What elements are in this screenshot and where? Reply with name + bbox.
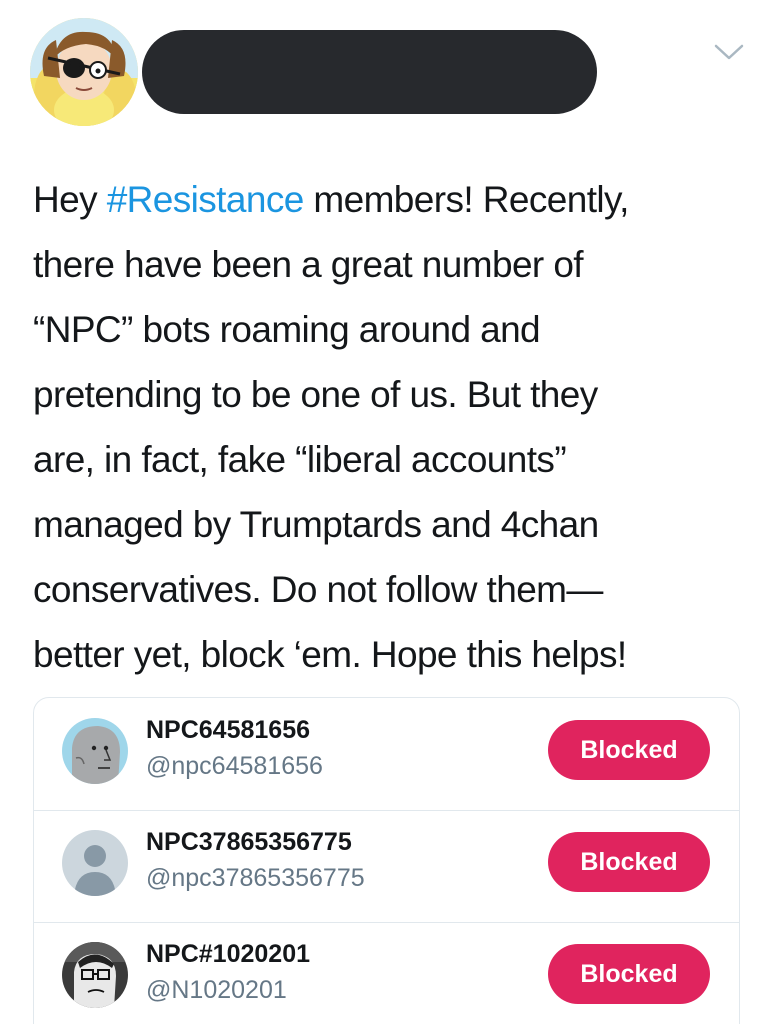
blocked-user-name: NPC#1020201 bbox=[146, 940, 311, 968]
tweet-line: managed by Trumptards and 4chan bbox=[33, 504, 599, 545]
blocked-user-name: NPC37865356775 bbox=[146, 828, 352, 856]
tweet-line: Hey #Resistance members! Recently, bbox=[33, 167, 745, 232]
blocked-accounts-card: NPC64581656 @npc64581656 Blocked NPC3786… bbox=[33, 697, 740, 1024]
blocked-button[interactable]: Blocked bbox=[548, 832, 710, 892]
blocked-user-name: NPC64581656 bbox=[146, 716, 311, 744]
tweet-line: pretending to be one of us. But they bbox=[33, 374, 598, 415]
tweet-line: conservatives. Do not follow them— bbox=[33, 569, 603, 610]
default-profile-avatar-icon[interactable] bbox=[62, 830, 128, 896]
blocked-user-row[interactable]: NPC#1020201 @N1020201 Blocked bbox=[34, 922, 739, 1024]
tweet-body: Hey #Resistance members! Recently, there… bbox=[33, 167, 745, 687]
blocked-user-handle: @npc64581656 bbox=[146, 752, 323, 780]
blocked-user-handle: @N1020201 bbox=[146, 976, 287, 1004]
blocked-user-handle: @npc37865356775 bbox=[146, 864, 365, 892]
redacted-author-name bbox=[142, 30, 597, 114]
hashtag-link[interactable]: #Resistance bbox=[107, 179, 305, 220]
tweet-text-segment: members! Recently, bbox=[303, 179, 629, 220]
tweet-line: better yet, block ‘em. Hope this helps! bbox=[33, 634, 627, 675]
blocked-button[interactable]: Blocked bbox=[548, 720, 710, 780]
npc-wojak-avatar-icon[interactable] bbox=[62, 718, 128, 784]
tweet-line: are, in fact, fake “liberal accounts” bbox=[33, 439, 567, 480]
tweet-text-segment: Hey bbox=[33, 179, 107, 220]
chevron-down-icon[interactable] bbox=[712, 38, 746, 66]
tweet-screenshot: Hey #Resistance members! Recently, there… bbox=[0, 0, 770, 1024]
tweet-line: there have been a great number of bbox=[33, 244, 584, 285]
blocked-user-row[interactable]: NPC37865356775 @npc37865356775 Blocked bbox=[34, 810, 739, 923]
blocked-button[interactable]: Blocked bbox=[548, 944, 710, 1004]
npc-glasses-avatar-icon[interactable] bbox=[62, 942, 128, 1008]
author-avatar[interactable] bbox=[30, 18, 138, 126]
cartoon-character-icon bbox=[30, 18, 138, 126]
tweet-line: “NPC” bots roaming around and bbox=[33, 309, 541, 350]
blocked-user-row[interactable]: NPC64581656 @npc64581656 Blocked bbox=[34, 698, 739, 811]
